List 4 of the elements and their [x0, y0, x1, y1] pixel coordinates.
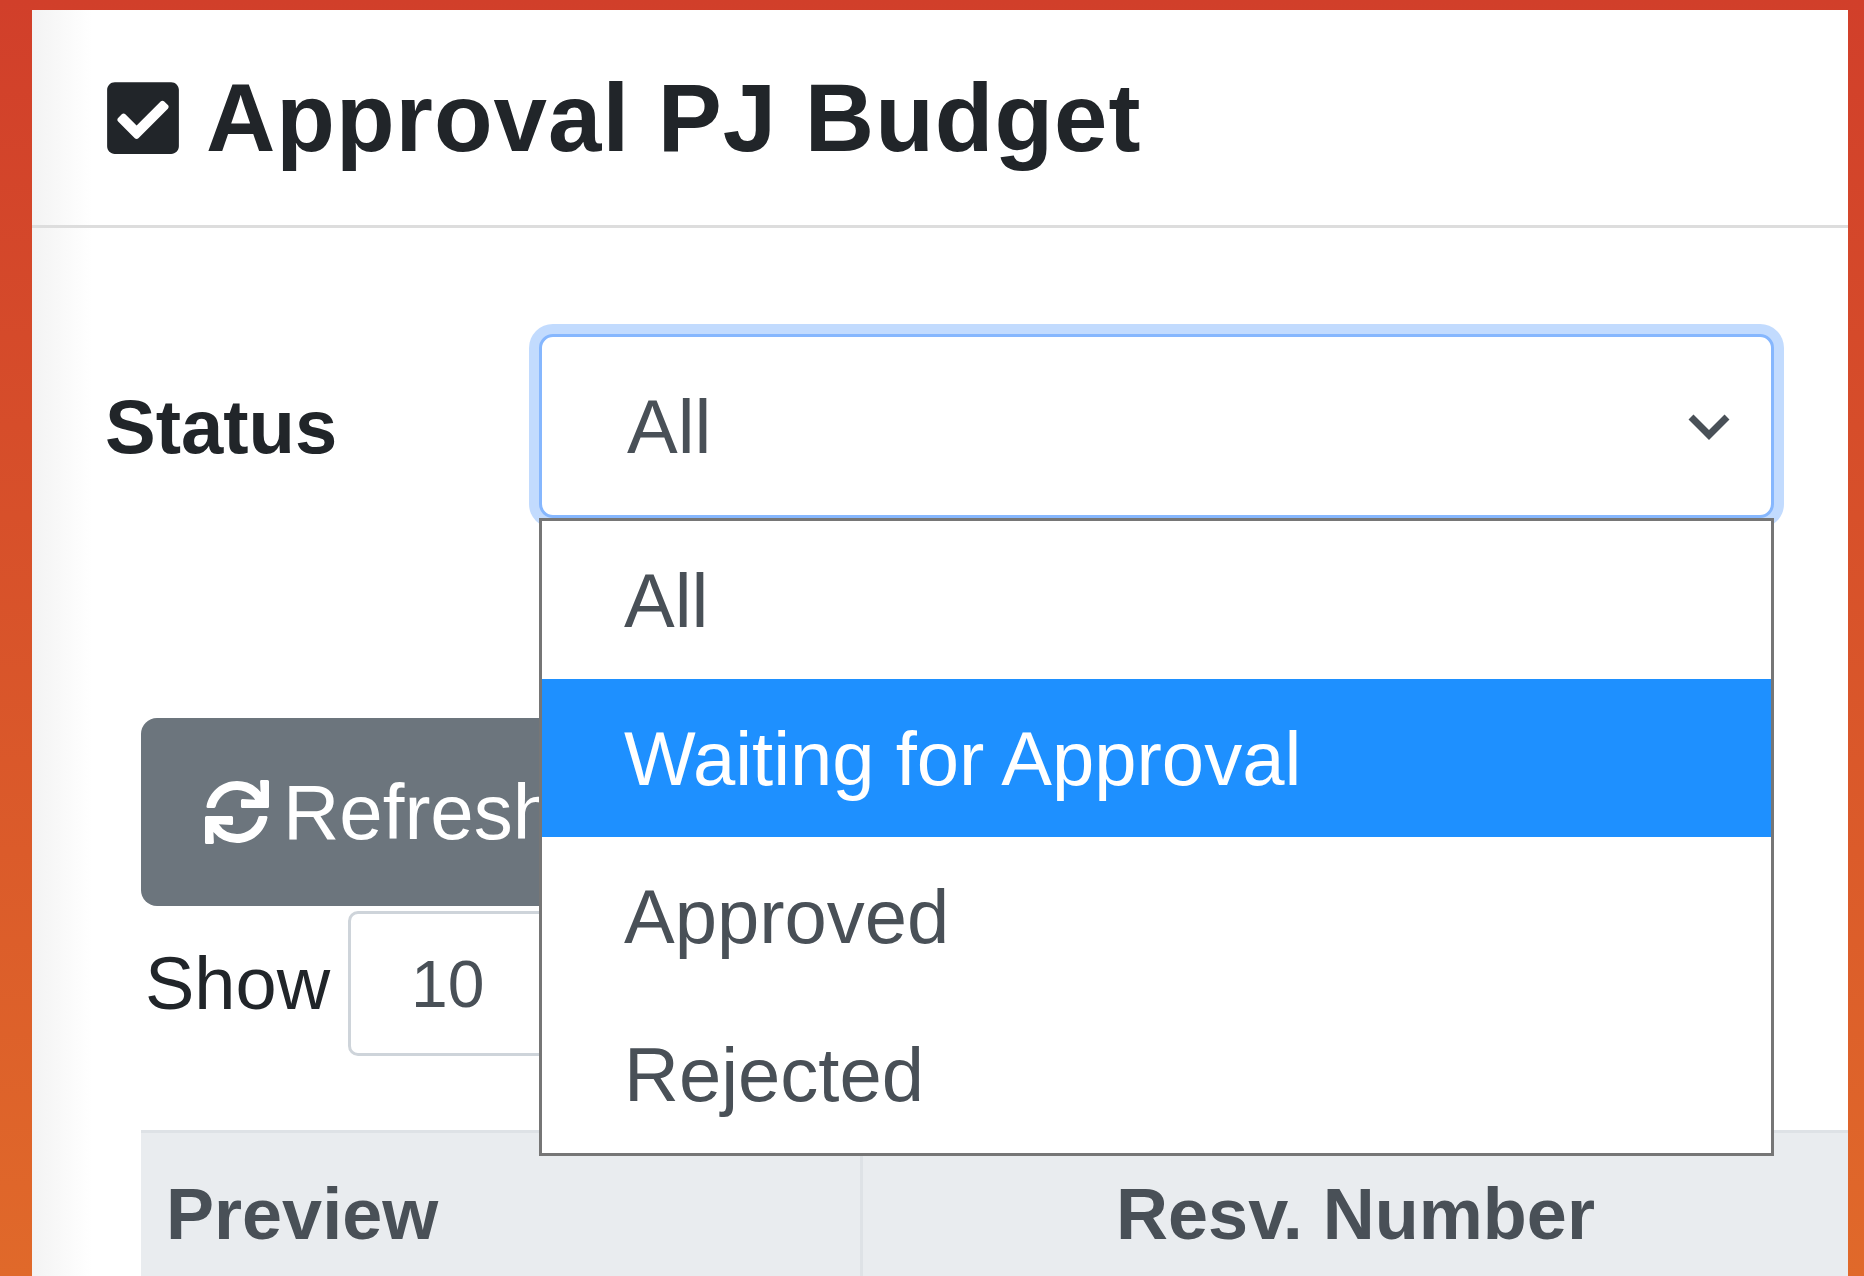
page-title: Approval PJ Budget [206, 62, 1142, 173]
column-header: Preview [165, 1173, 440, 1256]
status-label: Status [105, 382, 339, 470]
show-label: Show [145, 941, 331, 1026]
